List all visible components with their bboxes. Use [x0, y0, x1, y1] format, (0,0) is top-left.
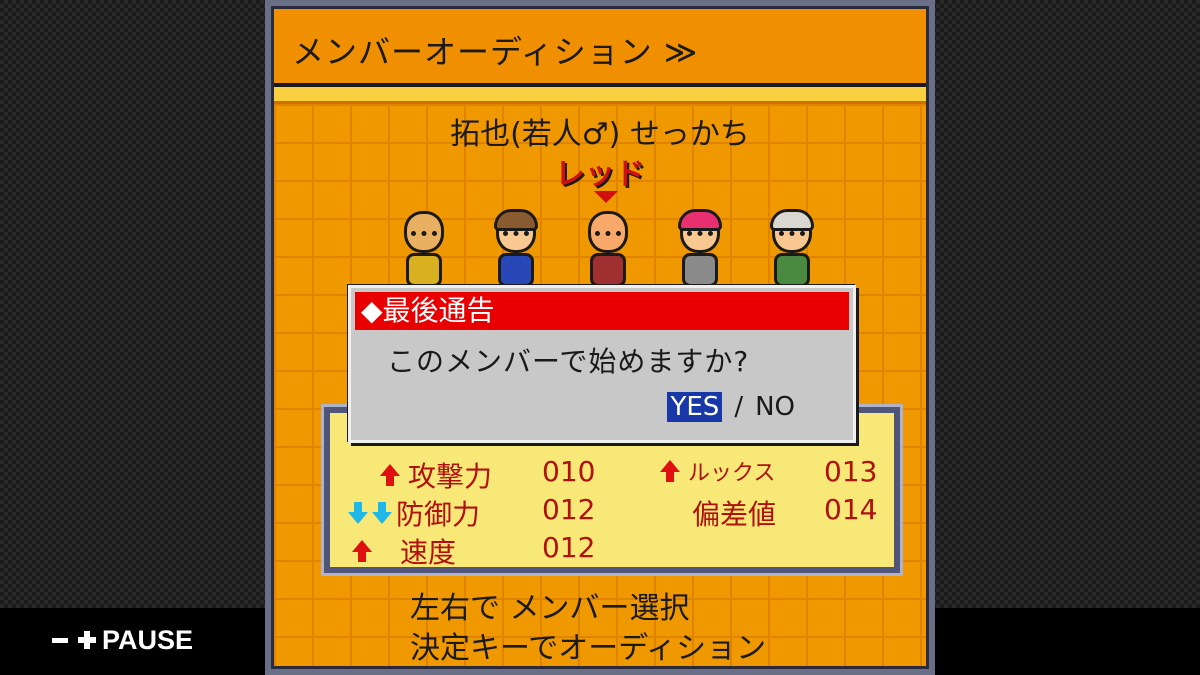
selection-cursor-icon	[594, 191, 618, 203]
stat-value: 013	[824, 455, 878, 488]
game-screen: メンバーオーディション ≫ 拓也(若人♂) せっかち レッド 攻撃力 010 防…	[265, 0, 935, 675]
character-cat-mask[interactable]	[394, 209, 454, 289]
character-body	[774, 253, 810, 287]
character-body	[498, 253, 534, 287]
stat-row-deviation: 偏差値	[692, 493, 776, 533]
pause-bar-right	[935, 608, 1200, 675]
character-row	[394, 209, 834, 289]
arrow-up-icon	[352, 540, 372, 562]
stat-label: 防御力	[396, 498, 481, 531]
stat-value: 014	[824, 493, 878, 526]
pause-control[interactable]: PAUSE	[52, 622, 193, 658]
screen-title: メンバーオーディション ≫	[292, 33, 699, 71]
stat-value: 010	[542, 455, 596, 488]
no-option[interactable]: NO	[755, 392, 795, 422]
arrow-up-icon	[380, 464, 400, 486]
member-color-label: レッド	[555, 157, 645, 192]
stat-label: 攻撃力	[408, 460, 493, 493]
member-name: 拓也(若人♂) せっかち	[450, 117, 750, 152]
help-text-confirm: 決定キーでオーディション	[410, 631, 767, 666]
character-grandma[interactable]	[762, 209, 822, 289]
character-pink-girl[interactable]	[670, 209, 730, 289]
title-bar: メンバーオーディション ≫	[274, 9, 926, 87]
stat-row-speed: 速度	[352, 531, 456, 571]
stat-row-defense: 防御力	[348, 493, 480, 533]
dialog-options: YES / NO	[667, 392, 795, 422]
character-hair	[494, 209, 538, 231]
stat-row-attack: 攻撃力	[380, 455, 492, 495]
arrow-down-icon	[372, 502, 392, 524]
character-red-bald[interactable]	[578, 209, 638, 289]
stat-label: ルックス	[688, 461, 776, 486]
minus-icon	[52, 637, 68, 643]
plus-icon	[78, 631, 96, 649]
character-eyes	[687, 231, 713, 242]
character-body	[590, 253, 626, 287]
dialog-message: このメンバーで始めますか?	[387, 345, 750, 378]
confirm-dialog: ◆最後通告 このメンバーで始めますか? YES / NO	[348, 285, 856, 443]
yes-option[interactable]: YES	[667, 392, 723, 422]
title-stripe	[274, 87, 926, 104]
character-eyes	[595, 231, 621, 242]
character-eyes	[411, 231, 437, 242]
help-text-select: 左右で メンバー選択	[410, 591, 690, 626]
game-window: メンバーオーディション ≫ 拓也(若人♂) せっかち レッド 攻撃力 010 防…	[271, 6, 929, 669]
option-separator: /	[734, 392, 744, 422]
character-hair	[678, 209, 722, 231]
dialog-title: ◆最後通告	[355, 292, 849, 330]
character-hair	[770, 209, 814, 231]
stat-label: 偏差値	[692, 498, 777, 531]
character-eyes	[779, 231, 805, 242]
character-eyes	[503, 231, 529, 242]
character-body	[406, 253, 442, 287]
pause-label: PAUSE	[102, 624, 194, 655]
arrow-down-icon	[348, 502, 368, 524]
stat-label: 速度	[400, 536, 457, 569]
arrow-up-icon	[660, 460, 680, 482]
character-glasses-boy[interactable]	[486, 209, 546, 289]
stat-value: 012	[542, 493, 596, 526]
stat-row-looks: ルックス	[660, 455, 775, 487]
character-body	[682, 253, 718, 287]
stat-value: 012	[542, 531, 596, 564]
